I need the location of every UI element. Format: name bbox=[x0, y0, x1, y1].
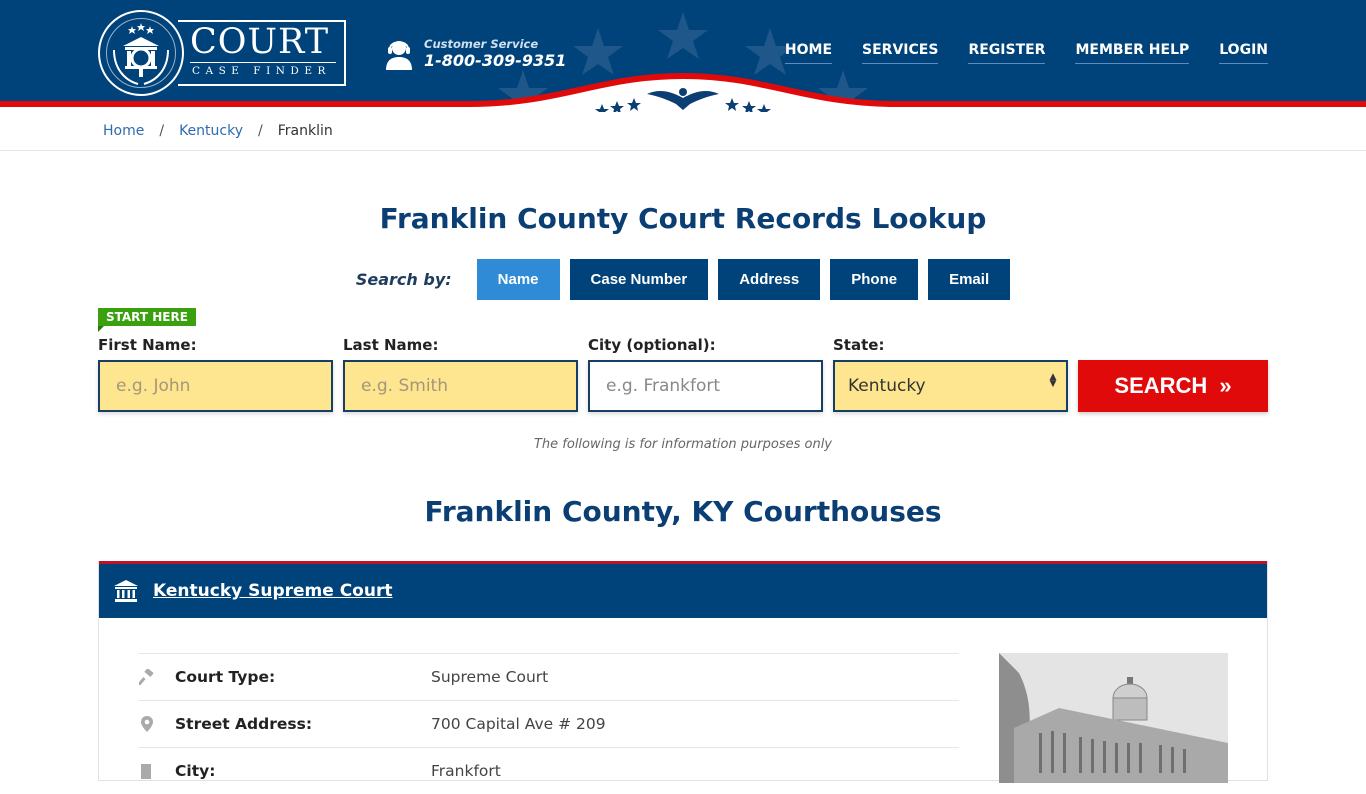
city-row-label: City: bbox=[175, 762, 216, 780]
search-button-label: SEARCH bbox=[1114, 373, 1208, 398]
courthouse-name-link[interactable]: Kentucky Supreme Court bbox=[153, 581, 392, 601]
customer-service-phone[interactable]: 1-800-309-9351 bbox=[424, 51, 566, 70]
breadcrumb-separator: / bbox=[159, 123, 165, 139]
breadcrumb-separator: / bbox=[258, 123, 263, 139]
table-row: Street Address: 700 Capital Ave # 209 bbox=[139, 700, 959, 747]
search-by-tabs: Search by: Name Case Number Address Phon… bbox=[0, 259, 1366, 300]
city-field-group: City (optional): e.g. Frankfort bbox=[588, 336, 823, 412]
breadcrumb-home[interactable]: Home bbox=[103, 123, 144, 139]
first-name-label: First Name: bbox=[98, 336, 197, 354]
page-title: Franklin County Court Records Lookup bbox=[379, 202, 987, 235]
courthouse-card-header: Kentucky Supreme Court bbox=[99, 561, 1267, 618]
search-form: START HERE First Name: e.g. John Last Na… bbox=[0, 300, 1366, 440]
courthouses-title: Franklin County, KY Courthouses bbox=[424, 495, 942, 528]
state-select[interactable]: Kentucky bbox=[833, 360, 1068, 412]
main-nav: HOME SERVICES REGISTER MEMBER HELP LOGIN bbox=[784, 42, 1268, 64]
site-logo[interactable]: COURT CASE FINDER bbox=[98, 10, 348, 96]
courthouse-photo bbox=[999, 653, 1228, 783]
tab-phone[interactable]: Phone bbox=[830, 259, 919, 300]
customer-service-label: Customer Service bbox=[424, 37, 539, 51]
state-label: State: bbox=[833, 336, 885, 354]
logo-emblem bbox=[98, 10, 184, 96]
street-address-value: 700 Capital Ave # 209 bbox=[431, 715, 606, 733]
nav-register[interactable]: REGISTER bbox=[968, 42, 1046, 64]
headset-icon bbox=[386, 41, 412, 70]
courthouse-magnifier-icon bbox=[113, 23, 169, 85]
capitol-building-image bbox=[999, 653, 1228, 783]
last-name-placeholder: e.g. Smith bbox=[361, 376, 448, 396]
city-input[interactable]: e.g. Frankfort bbox=[588, 360, 823, 412]
court-type-value: Supreme Court bbox=[431, 668, 549, 686]
state-field-group: State: Kentucky ▲ ▼ bbox=[833, 336, 1068, 412]
search-button[interactable]: SEARCH » bbox=[1078, 360, 1268, 412]
city-label: City (optional): bbox=[588, 336, 716, 354]
tab-case-number[interactable]: Case Number bbox=[569, 259, 709, 300]
nav-login[interactable]: LOGIN bbox=[1219, 42, 1268, 64]
city-row-value: Frankfort bbox=[431, 762, 501, 780]
first-name-input[interactable]: e.g. John bbox=[98, 360, 333, 412]
first-name-field-group: First Name: e.g. John bbox=[98, 336, 333, 412]
nav-member-help[interactable]: MEMBER HELP bbox=[1075, 42, 1190, 64]
star-decoration bbox=[573, 28, 623, 75]
star-decoration bbox=[658, 12, 708, 59]
tab-address[interactable]: Address bbox=[718, 259, 821, 300]
nav-home[interactable]: HOME bbox=[784, 42, 833, 64]
map-pin-icon bbox=[139, 715, 175, 733]
last-name-field-group: Last Name: e.g. Smith bbox=[343, 336, 578, 412]
double-chevron-right-icon: » bbox=[1219, 373, 1232, 398]
courthouse-details: Court Type: Supreme Court Street Address… bbox=[139, 653, 959, 794]
state-selected-value: Kentucky bbox=[848, 376, 926, 396]
tab-name[interactable]: Name bbox=[476, 259, 560, 300]
table-row: City: Frankfort bbox=[139, 747, 959, 794]
courthouse-card: Kentucky Supreme Court Court Type: Supre… bbox=[98, 561, 1268, 783]
breadcrumb-state[interactable]: Kentucky bbox=[179, 123, 243, 139]
site-header: COURT CASE FINDER Customer Service 1-800… bbox=[0, 0, 1366, 112]
start-here-badge: START HERE bbox=[98, 308, 196, 332]
court-type-label: Court Type: bbox=[175, 668, 276, 686]
first-name-placeholder: e.g. John bbox=[116, 376, 191, 396]
search-by-label: Search by: bbox=[355, 270, 452, 289]
street-address-label: Street Address: bbox=[175, 715, 313, 733]
city-placeholder: e.g. Frankfort bbox=[606, 376, 721, 396]
table-row: Court Type: Supreme Court bbox=[139, 653, 959, 700]
last-name-input[interactable]: e.g. Smith bbox=[343, 360, 578, 412]
disclaimer-text: The following is for information purpose… bbox=[533, 437, 833, 452]
nav-services[interactable]: SERVICES bbox=[862, 42, 939, 64]
courthouse-icon bbox=[114, 580, 138, 602]
building-icon bbox=[139, 763, 175, 779]
tab-email[interactable]: Email bbox=[928, 259, 1011, 300]
select-updown-icon: ▲ ▼ bbox=[1049, 372, 1057, 389]
logo-title: COURT bbox=[190, 22, 330, 62]
breadcrumb-current: Franklin bbox=[277, 123, 333, 139]
breadcrumb: Home / Kentucky / Franklin bbox=[0, 112, 1366, 151]
gavel-icon bbox=[139, 669, 175, 685]
logo-subtitle: CASE FINDER bbox=[192, 65, 331, 77]
last-name-label: Last Name: bbox=[343, 336, 439, 354]
